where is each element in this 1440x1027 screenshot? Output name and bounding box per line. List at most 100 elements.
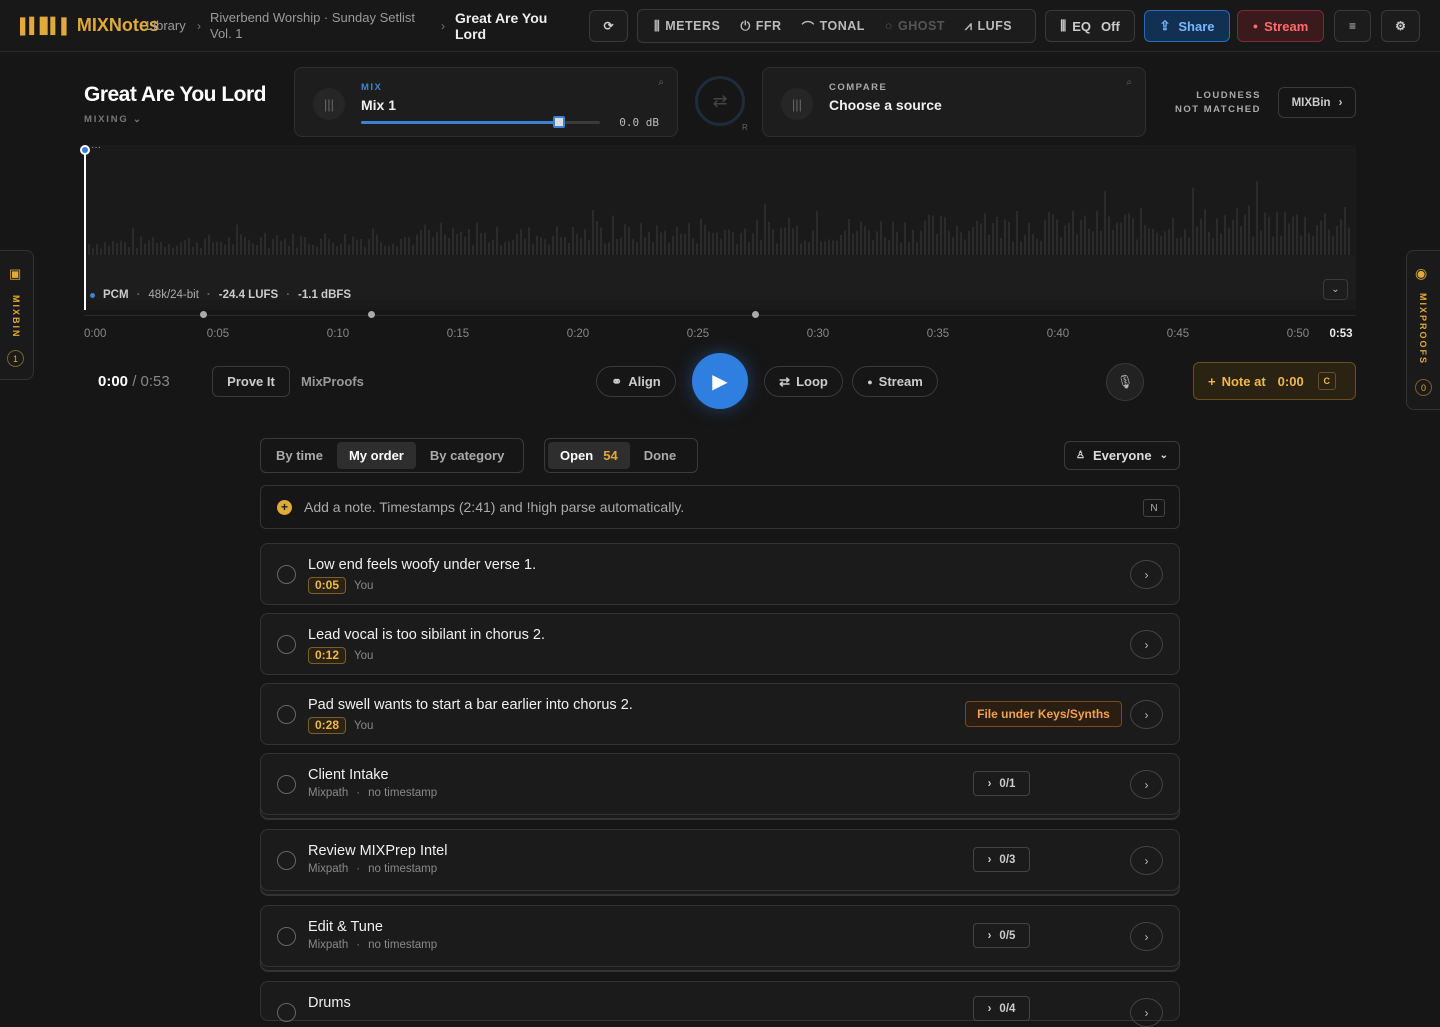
align-label: Align bbox=[628, 374, 661, 389]
complete-checkbox[interactable] bbox=[277, 927, 296, 946]
slider-thumb[interactable] bbox=[553, 116, 566, 128]
align-button[interactable]: ⚭ Align bbox=[596, 366, 676, 397]
app-logo[interactable]: ▌▍▋▍▌ MIXNotes bbox=[20, 15, 159, 36]
note-at-time: 0:00 bbox=[1277, 373, 1304, 389]
microphone-button[interactable]: 🎙 bbox=[1106, 363, 1144, 401]
timeline-tick: 0:00 bbox=[84, 328, 107, 340]
separator: · bbox=[356, 787, 361, 799]
plus-icon: + bbox=[1208, 373, 1216, 389]
note-marker[interactable] bbox=[200, 311, 207, 318]
note-group-row[interactable]: Review MIXPrep Intel Mixpath · no timestam… bbox=[260, 829, 1180, 891]
add-note-input[interactable]: + Add a note. Timestamps (2:41) and !hig… bbox=[260, 485, 1180, 529]
complete-checkbox[interactable] bbox=[277, 851, 296, 870]
sort-by-category[interactable]: By category bbox=[418, 442, 516, 469]
search-icon[interactable]: ⌕ bbox=[658, 77, 664, 88]
ghost-toggle[interactable]: ○ GHOST bbox=[875, 19, 955, 33]
subtask-progress-button[interactable]: › 0/1 bbox=[973, 771, 1030, 796]
play-button[interactable]: ▶ bbox=[692, 353, 748, 409]
sort-my-order[interactable]: My order bbox=[336, 442, 416, 469]
stream-transport-label: Stream bbox=[878, 374, 923, 389]
people-filter-dropdown[interactable]: ♙ Everyone ⌄ bbox=[1064, 441, 1180, 470]
compare-source-card[interactable]: ||| COMPARE Choose a source ⌕ bbox=[762, 67, 1146, 137]
subtask-progress-button[interactable]: › 0/3 bbox=[973, 847, 1030, 872]
timeline-end-time: 0:53 bbox=[1329, 328, 1353, 340]
swap-sources-button[interactable]: ⇄ R bbox=[695, 76, 748, 132]
mixproofs-rail[interactable]: ◉ MIXPROOFS 0 bbox=[1406, 250, 1440, 410]
settings-button[interactable]: ⚙ bbox=[1381, 10, 1420, 42]
playhead-handle[interactable] bbox=[80, 145, 90, 155]
breadcrumb-project[interactable]: Riverbend Worship · Sunday Setlist Vol. … bbox=[210, 10, 415, 42]
lufs-label: LUFS bbox=[977, 19, 1013, 33]
sort-by-time[interactable]: By time bbox=[264, 442, 335, 469]
note-row[interactable]: Lead vocal is too sibilant in chorus 2. … bbox=[260, 613, 1180, 675]
note-at-button[interactable]: + Note at 0:00 C bbox=[1193, 362, 1356, 400]
lufs-toggle[interactable]: ⩘ LUFS bbox=[955, 19, 1022, 34]
subtask-progress-button[interactable]: › 0/4 bbox=[973, 996, 1030, 1021]
open-note-button[interactable]: › bbox=[1130, 998, 1163, 1027]
collapse-waveform-button[interactable]: ⌄ bbox=[1323, 279, 1348, 300]
mixbin-button[interactable]: MIXBin › bbox=[1278, 87, 1356, 118]
filter-done[interactable]: Done bbox=[632, 442, 689, 469]
search-icon[interactable]: ⌕ bbox=[1126, 77, 1132, 88]
waveform-display[interactable] bbox=[84, 145, 1356, 310]
note-meta: 0:05 You bbox=[308, 577, 373, 594]
note-group-row[interactable]: Client Intake Mixpath · no timestamp › 0/1 … bbox=[260, 753, 1180, 815]
menu-button[interactable]: ≡ bbox=[1334, 10, 1371, 42]
complete-checkbox[interactable] bbox=[277, 1003, 296, 1022]
chevron-right-icon: › bbox=[1144, 707, 1149, 722]
stream-transport-button[interactable]: ● Stream bbox=[852, 366, 938, 397]
open-note-button[interactable]: › bbox=[1130, 700, 1163, 729]
note-group-row[interactable]: Edit & Tune Mixpath · no timestamp › 0/5 › bbox=[260, 905, 1180, 967]
complete-checkbox[interactable] bbox=[277, 635, 296, 654]
loop-icon: ⇄ bbox=[779, 373, 791, 389]
note-row[interactable]: Pad swell wants to start a bar earlier i… bbox=[260, 683, 1180, 745]
complete-checkbox[interactable] bbox=[277, 705, 296, 724]
eq-toggle-button[interactable]: ⫼ EQ Off bbox=[1045, 10, 1135, 42]
mix-gain-slider[interactable] bbox=[361, 116, 600, 128]
complete-checkbox[interactable] bbox=[277, 775, 296, 794]
open-note-button[interactable]: › bbox=[1130, 922, 1163, 951]
song-title: Great Are You Lord bbox=[84, 83, 266, 106]
subtask-progress-button[interactable]: › 0/5 bbox=[973, 923, 1030, 948]
mixbin-rail[interactable]: ▣ MIXBIN 1 bbox=[0, 250, 34, 380]
playhead[interactable] bbox=[84, 150, 86, 310]
timeline-tick: 0:15 bbox=[446, 328, 470, 340]
mixproofs-link[interactable]: MixProofs bbox=[301, 374, 364, 389]
tonal-toggle[interactable]: ⌒ TONAL bbox=[792, 17, 875, 36]
breadcrumb-project-line2: Vol. 1 bbox=[210, 26, 243, 41]
timestamp-badge[interactable]: 0:05 bbox=[308, 577, 347, 594]
timestamp-badge[interactable]: 0:28 bbox=[308, 717, 347, 734]
mix-source-card[interactable]: ||| MIX Mix 1 ⌕ 0.0 dB bbox=[294, 67, 678, 137]
share-button[interactable]: ⇪ Share bbox=[1144, 10, 1230, 42]
timeline-track[interactable] bbox=[84, 315, 1356, 316]
stream-button[interactable]: ● Stream bbox=[1237, 10, 1324, 42]
breadcrumb-library[interactable]: Library bbox=[146, 18, 186, 34]
file-under-category-button[interactable]: File under Keys/Synths bbox=[965, 701, 1122, 727]
format-codec: PCM bbox=[103, 289, 129, 301]
note-marker[interactable] bbox=[368, 311, 375, 318]
note-group-row[interactable]: Drums › 0/4 › bbox=[260, 981, 1180, 1027]
open-note-button[interactable]: › bbox=[1130, 560, 1163, 589]
playhead-menu-icon[interactable]: ··· bbox=[91, 142, 101, 153]
song-status-dropdown[interactable]: MIXING ⌄ bbox=[84, 114, 143, 125]
waveform-logo-icon: ▌▍▋▍▌ bbox=[20, 17, 72, 35]
ffr-toggle[interactable]: ⏻ FFR bbox=[730, 19, 791, 34]
note-row[interactable]: Low end feels woofy under verse 1. 0:05 Y… bbox=[260, 543, 1180, 605]
loop-button[interactable]: ⇄ Loop bbox=[764, 366, 843, 397]
chevron-right-icon: › bbox=[1144, 567, 1149, 582]
subtask-progress: 0/5 bbox=[999, 929, 1016, 942]
audio-format-info: PCM · 48k/24-bit · -24.4 LUFS · -1.1 dBF… bbox=[90, 289, 351, 301]
note-marker[interactable] bbox=[752, 311, 759, 318]
open-note-button[interactable]: › bbox=[1130, 846, 1163, 875]
note-meta: Mixpath · no timestamp bbox=[308, 863, 437, 875]
timestamp-badge[interactable]: 0:12 bbox=[308, 647, 347, 664]
separator: · bbox=[356, 863, 361, 875]
open-note-button[interactable]: › bbox=[1130, 770, 1163, 799]
complete-checkbox[interactable] bbox=[277, 565, 296, 584]
meters-toggle[interactable]: ⫼ METERS bbox=[644, 19, 730, 34]
filter-open[interactable]: Open 54 bbox=[548, 442, 630, 469]
subtask-progress: 0/4 bbox=[999, 1002, 1016, 1015]
prove-it-button[interactable]: Prove It bbox=[212, 366, 290, 397]
open-note-button[interactable]: › bbox=[1130, 630, 1163, 659]
refresh-button[interactable]: ⟳ bbox=[589, 10, 628, 42]
